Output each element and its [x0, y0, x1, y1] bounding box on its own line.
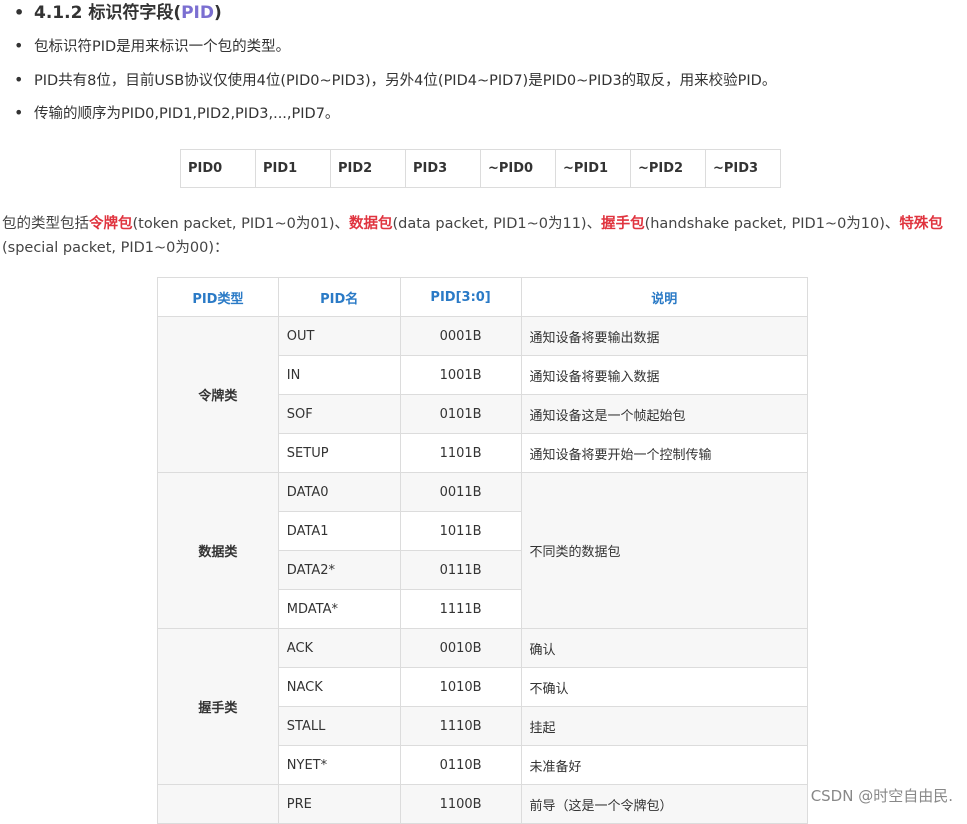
group-special: [157, 784, 279, 824]
bullet-3: 传输的顺序为PID0,PID1,PID2,PID3,...,PID7。: [14, 102, 339, 125]
group-token: 令牌类: [157, 316, 279, 473]
handshake-packet-term: 握手包: [601, 216, 645, 232]
section-heading: 4.1.2 标识符字段(PID): [14, 0, 222, 26]
table-row: 握手类 ACK 0010B 确认: [157, 628, 809, 785]
data-description: 不同类的数据包: [520, 472, 809, 629]
pid-type-table: PID类型 PID名 PID[3:0] 说明 令牌类 OUT 0001B 通知设…: [157, 277, 809, 824]
table-row: 数据类 DATA0 0011B 不同类的数据包: [157, 472, 809, 629]
bit-cell: ~PID2: [630, 149, 706, 188]
bullet-1: 包标识符PID是用来标识一个包的类型。: [14, 35, 290, 58]
data-packet-term: 数据包: [348, 216, 393, 232]
header-pid-type: PID类型: [157, 277, 279, 317]
header-description: 说明: [520, 277, 809, 317]
special-packet-term: 特殊包: [899, 216, 943, 232]
bit-cell: PID1: [255, 149, 331, 188]
token-packet-term: 令牌包: [89, 216, 133, 232]
pid-bit-table: PID0 PID1 PID2 PID3 ~PID0 ~PID1 ~PID2 ~P…: [180, 149, 781, 188]
bullet-2: PID共有8位，目前USB协议仅使用4位(PID0~PID3)，另外4位(PID…: [14, 69, 776, 92]
heading-pid: PID: [181, 3, 214, 23]
group-handshake: 握手类: [157, 628, 279, 785]
csdn-watermark: CSDN @时空自由民.: [810, 787, 953, 805]
packet-types-paragraph: 包的类型包括令牌包(token packet, PID1~0为01)、数据包(d…: [2, 216, 943, 256]
bit-cell: PID2: [330, 149, 406, 188]
bit-cell: PID3: [405, 149, 481, 188]
header-pid-bits: PID[3:0]: [399, 277, 522, 317]
header-pid-name: PID名: [277, 277, 401, 317]
table-row: 令牌类 OUT 0001B 通知设备将要输出数据: [157, 316, 809, 473]
group-data: 数据类: [157, 472, 279, 629]
table-row: PRE 1100B 前导（这是一个令牌包）: [157, 784, 809, 824]
table-header-row: PID类型 PID名 PID[3:0] 说明: [157, 277, 809, 317]
bit-cell: ~PID3: [705, 149, 781, 188]
bit-cell: PID0: [180, 149, 256, 188]
bit-cell: ~PID1: [555, 149, 631, 188]
bit-cell: ~PID0: [480, 149, 556, 188]
